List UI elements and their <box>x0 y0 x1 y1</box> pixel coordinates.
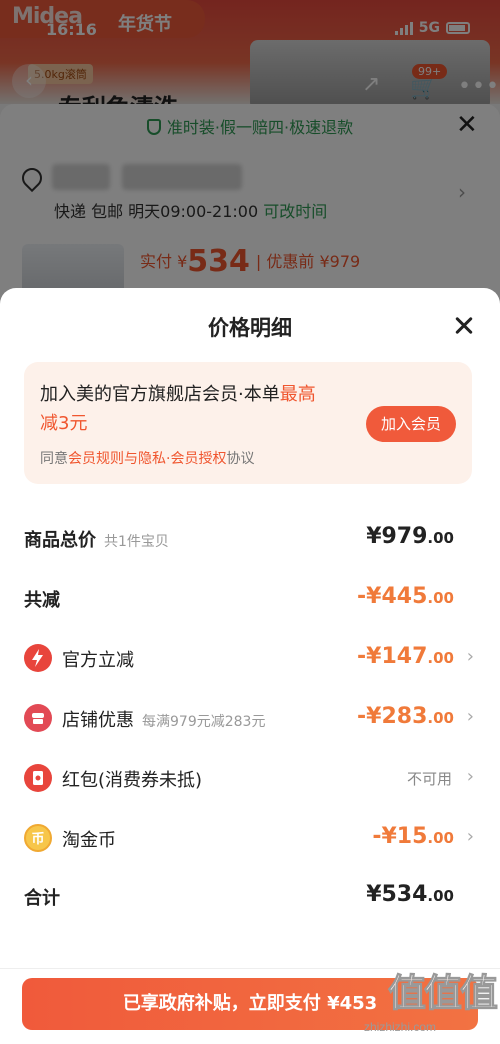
price-detail-sheet: 价格明细 加入美的官方旗舰店会员·本单最高减3元 加入会员 同意会员规则与隐私·… <box>0 288 500 1044</box>
close-icon[interactable] <box>450 312 478 340</box>
red-packet-icon <box>24 764 52 792</box>
chevron-right-icon: › <box>466 766 474 787</box>
row-total-price: 商品总价 共1件宝贝 ¥979.00 <box>24 524 476 554</box>
coin-label: 淘金币 <box>62 830 116 851</box>
sheet-title: 价格明细 <box>208 316 292 340</box>
row-official-discount[interactable]: 官方立减 -¥147.00 › <box>24 644 476 674</box>
chevron-right-icon: › <box>466 646 474 667</box>
member-agreement: 同意会员规则与隐私·会员授权协议 <box>40 448 254 468</box>
store-amount-cents: .00 <box>427 709 454 727</box>
row-store-discount[interactable]: 店铺优惠 每满979元减283元 -¥283.00 › <box>24 704 476 734</box>
store-label-text: 店铺优惠 <box>62 710 134 731</box>
total-count: 共1件宝贝 <box>104 534 169 550</box>
coin-icon: 币 <box>24 824 52 852</box>
sum-amount: ¥534.00 <box>366 882 454 907</box>
row-taojinbi[interactable]: 币 淘金币 -¥15.00 › <box>24 824 476 854</box>
reduce-amount-main: -¥445 <box>357 584 428 609</box>
agree-prefix: 同意 <box>40 451 68 467</box>
row-total-reduce: 共减 -¥445.00 <box>24 584 476 614</box>
official-amount: -¥147.00 <box>357 644 454 669</box>
watermark-site: zhizhizhi.com <box>364 1020 437 1034</box>
store-amount: -¥283.00 <box>357 704 454 729</box>
sum-amount-cents: .00 <box>427 887 454 905</box>
total-amount-main: ¥979 <box>366 524 428 549</box>
official-label: 官方立减 <box>62 650 134 671</box>
row-total-label: 商品总价 共1件宝贝 <box>24 526 169 552</box>
coin-amount-main: -¥15 <box>372 824 428 849</box>
svg-text:币: 币 <box>31 832 44 847</box>
store-rule: 每满979元减283元 <box>142 714 266 730</box>
member-offer-text: 加入美的官方旗舰店会员·本单最高减3元 <box>40 380 330 438</box>
reduce-label: 共减 <box>24 590 60 611</box>
reduce-amount-cents: .00 <box>427 589 454 607</box>
store-icon <box>24 704 52 732</box>
store-amount-main: -¥283 <box>357 704 428 729</box>
coin-amount: -¥15.00 <box>372 824 454 849</box>
sum-amount-main: ¥534 <box>366 882 428 907</box>
official-amount-main: -¥147 <box>357 644 428 669</box>
store-label: 店铺优惠 每满979元减283元 <box>62 706 265 732</box>
redpacket-label: 红包(消费券未抵) <box>62 770 203 791</box>
row-sum: 合计 ¥534.00 <box>24 882 476 912</box>
chevron-right-icon: › <box>466 826 474 847</box>
redpacket-status: 不可用 <box>406 770 452 788</box>
row-red-packet[interactable]: 红包(消费券未抵) 不可用 › <box>24 764 476 794</box>
watermark-logo: 值值值 <box>387 971 498 1016</box>
coin-amount-cents: .00 <box>427 829 454 847</box>
member-card: 加入美的官方旗舰店会员·本单最高减3元 加入会员 同意会员规则与隐私·会员授权协… <box>24 362 472 484</box>
chevron-right-icon: › <box>466 706 474 727</box>
official-amount-cents: .00 <box>427 649 454 667</box>
member-offer-prefix: 加入美的官方旗舰店会员·本单 <box>40 384 280 405</box>
total-amount: ¥979.00 <box>366 524 454 549</box>
join-member-button[interactable]: 加入会员 <box>366 406 456 442</box>
total-amount-cents: .00 <box>427 529 454 547</box>
agree-suffix: 协议 <box>226 451 255 467</box>
member-rules-link[interactable]: 会员规则与隐私·会员授权 <box>68 451 226 467</box>
lightning-icon <box>24 644 52 672</box>
sum-label: 合计 <box>24 888 60 909</box>
reduce-amount: -¥445.00 <box>357 584 454 609</box>
total-label-text: 商品总价 <box>24 530 96 551</box>
